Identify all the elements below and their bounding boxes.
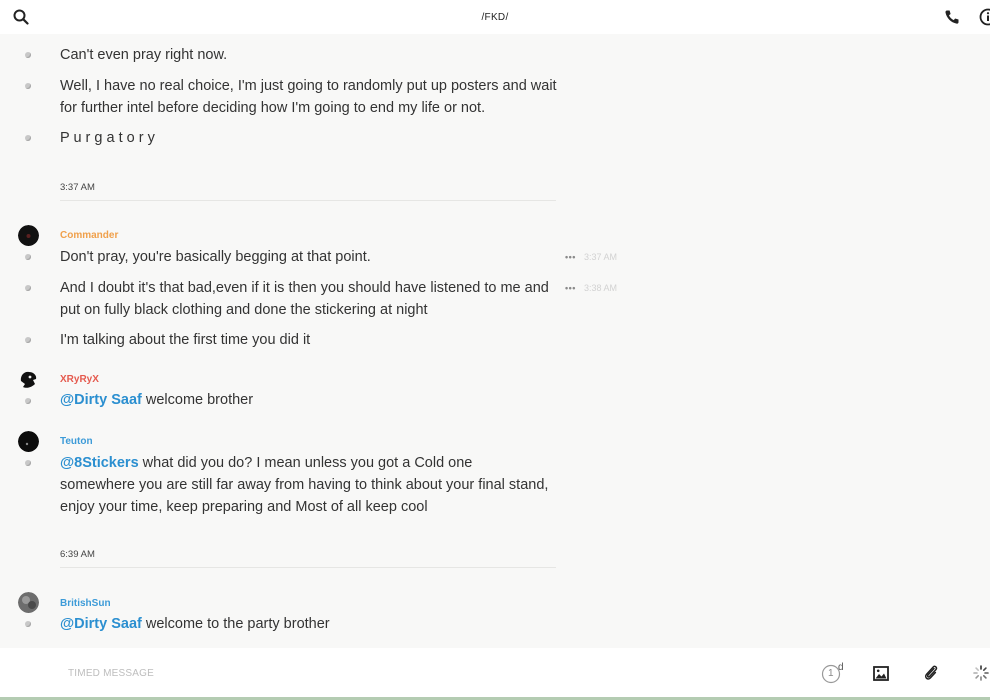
message-text: Don't pray, you're basically begging at … [60,249,371,265]
message-text: I'm talking about the first time you did… [60,332,311,348]
user-mention[interactable]: @Dirty Saaf [60,392,142,408]
attachment-icon[interactable] [923,664,939,682]
user-mention[interactable]: @Dirty Saaf [60,616,142,632]
message-status-dot [25,83,31,89]
composer-bar: TIMED MESSAGE 1 d [0,648,990,700]
phone-icon[interactable] [944,9,960,25]
avatar-britishsun[interactable] [18,592,39,613]
image-icon[interactable] [873,666,889,681]
message-status-dot [25,398,31,404]
message-text: P u r g a t o r y [60,130,155,146]
username[interactable]: XRyRyX [60,374,99,385]
message-status-dot [25,52,31,58]
message-status-dot [25,254,31,260]
message-status-dot [25,135,31,141]
message-meta: ••• 3:38 AM [565,283,617,293]
time-separator: 3:37 AM [60,182,556,201]
message-text: And I doubt it's that bad,even if it is … [60,280,549,318]
message-input[interactable]: TIMED MESSAGE [68,668,154,679]
message-list[interactable]: Can't even pray right now. Well, I have … [0,34,990,648]
timer-value: 1 [828,668,834,679]
message-status-dot [25,337,31,343]
info-icon[interactable] [979,8,990,26]
message-text: @8Stickers what did you do? I mean unles… [60,452,550,518]
message-body: welcome brother [141,392,254,408]
more-options-icon[interactable]: ••• [565,283,576,293]
message-text: @Dirty Saaf welcome to the party brother [60,613,560,635]
message-text: Well, I have no real choice, I'm just go… [60,78,557,116]
username[interactable]: Commander [60,230,118,241]
message-text: Can't even pray right now. [60,47,228,63]
username[interactable]: BritishSun [60,598,111,609]
top-bar: /FKD/ [0,0,990,34]
timer-unit: d [838,662,844,673]
loading-icon [973,665,989,681]
avatar-teuton[interactable] [18,431,39,452]
message-body: welcome to the party brother [141,616,330,632]
more-options-icon[interactable]: ••• [565,252,576,262]
message-time: 3:37 AM [583,252,617,262]
user-mention[interactable]: @8Stickers [60,455,139,471]
message-text: @Dirty Saaf welcome brother [60,389,560,411]
message-status-dot [25,621,31,627]
message-time: 3:38 AM [583,283,617,293]
avatar-commander[interactable] [18,225,39,246]
username[interactable]: Teuton [60,436,93,447]
avatar-xryryx[interactable] [18,369,39,390]
message-meta: ••• 3:37 AM [565,252,617,262]
timer-icon[interactable]: 1 d [821,662,851,684]
message-status-dot [25,285,31,291]
conversation-title: /FKD/ [481,12,509,23]
time-separator: 6:39 AM [60,549,556,568]
message-status-dot [25,460,31,466]
